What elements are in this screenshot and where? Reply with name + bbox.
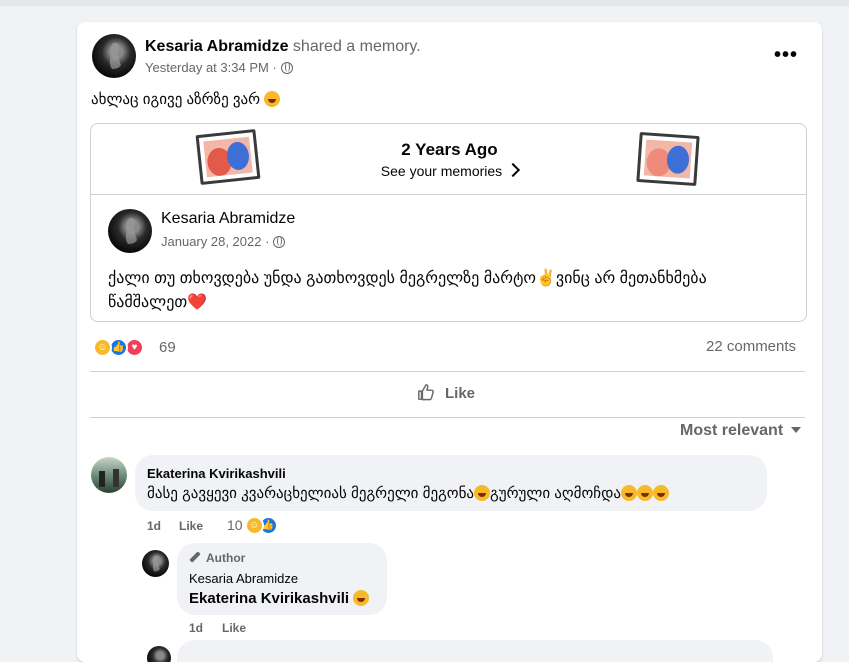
author-avatar[interactable] — [92, 34, 136, 78]
reply-mention[interactable]: Ekaterina Kvirikashvili — [189, 590, 349, 607]
divider-bottom — [90, 417, 805, 418]
memory-author-avatar[interactable] — [108, 209, 152, 253]
memory-author-name[interactable]: Kesaria Abramidze — [161, 210, 295, 228]
laughing-emoji-icon — [264, 91, 281, 107]
next-comment-bubble — [177, 640, 773, 662]
laughing-emoji-icon — [653, 485, 670, 501]
reply-author[interactable]: Kesaria Abramidze — [189, 571, 298, 586]
reply-bubble: Author Kesaria Abramidze Ekaterina Kviri… — [177, 543, 387, 615]
post-meta: Yesterday at 3:34 PM · — [145, 60, 293, 75]
post-header-line: Kesaria Abramidze shared a memory. — [145, 38, 421, 56]
reply-like-button[interactable]: Like — [222, 621, 246, 635]
globe-icon — [273, 236, 286, 248]
reaction-count[interactable]: 69 — [159, 339, 176, 356]
commenter-avatar[interactable] — [91, 457, 127, 493]
sort-dropdown[interactable]: Most relevant — [680, 422, 802, 440]
comments-count[interactable]: 22 comments — [706, 338, 796, 355]
caret-down-icon — [791, 427, 802, 433]
comment-like-button[interactable]: Like — [179, 519, 203, 533]
memory-card: 2 Years Ago See your memories Kesaria Ab… — [90, 123, 807, 322]
globe-icon — [280, 62, 293, 74]
memory-title: 2 Years Ago — [401, 140, 498, 159]
thumbs-up-icon — [418, 384, 434, 401]
post-time[interactable]: Yesterday at 3:34 PM · — [145, 60, 277, 75]
post-text-content: ახლაც იგივე აზრზე ვარ — [91, 91, 261, 108]
like-action-button[interactable]: Like — [417, 383, 475, 402]
author-badge-label: Author — [206, 551, 246, 565]
laughing-emoji-icon — [474, 485, 491, 501]
comment-text: მასე გავყევი კვარაცხელიას მეგრელი მეგონა… — [147, 484, 670, 502]
chevron-right-icon — [506, 162, 521, 178]
sort-label[interactable]: Most relevant — [680, 422, 783, 439]
comment-author[interactable]: Ekaterina Kvirikashvili — [147, 466, 286, 481]
reply-text: Ekaterina Kvirikashvili — [189, 590, 370, 607]
comment-time[interactable]: 1d — [147, 519, 161, 533]
pencil-icon — [189, 551, 201, 563]
laughing-emoji-icon — [353, 590, 370, 606]
post-card: Kesaria Abramidze shared a memory. Yeste… — [77, 22, 822, 662]
reply-author-avatar[interactable] — [142, 550, 169, 577]
comment-reaction-count[interactable]: 10 — [227, 517, 243, 533]
memory-illustration-right — [636, 131, 700, 187]
like-action-label[interactable]: Like — [445, 385, 475, 402]
reply-time[interactable]: 1d — [189, 621, 203, 635]
see-memories-link[interactable]: See your memories — [91, 162, 808, 179]
comment-text-start: მასე გავყევი კვარაცხელიას მეგრელი მეგონა — [147, 485, 475, 502]
post-text: ახლაც იგივე აზრზე ვარ — [91, 90, 281, 108]
memory-divider — [91, 194, 806, 195]
author-name[interactable]: Kesaria Abramidze — [145, 38, 288, 55]
top-bar — [0, 0, 849, 6]
laughing-emoji-icon — [621, 485, 638, 501]
see-memories-label[interactable]: See your memories — [381, 163, 502, 179]
author-badge: Author — [189, 551, 245, 565]
memory-text-line2: წამშალეთ❤️ — [108, 294, 208, 311]
post-action: shared a memory. — [292, 38, 421, 55]
laughing-emoji-icon — [637, 485, 654, 501]
comment-text-mid: გურული აღმოჩდა — [490, 485, 622, 502]
haha-icon: ☺ — [244, 516, 264, 535]
next-commenter-avatar[interactable] — [147, 646, 171, 662]
haha-icon[interactable]: ☺ — [93, 338, 112, 357]
comment-reactions[interactable]: 10 ☺ 👍 — [227, 516, 278, 535]
divider-top — [90, 371, 805, 372]
memory-meta: January 28, 2022 · — [161, 234, 286, 249]
more-options-button[interactable]: ••• — [774, 44, 798, 67]
memory-text-line1: ქალი თუ თხოვდება უნდა გათხოვდეს მეგრელზე… — [108, 270, 707, 287]
memory-date[interactable]: January 28, 2022 · — [161, 234, 269, 249]
comment-bubble: Ekaterina Kvirikashvili მასე გავყევი კვა… — [135, 455, 767, 511]
